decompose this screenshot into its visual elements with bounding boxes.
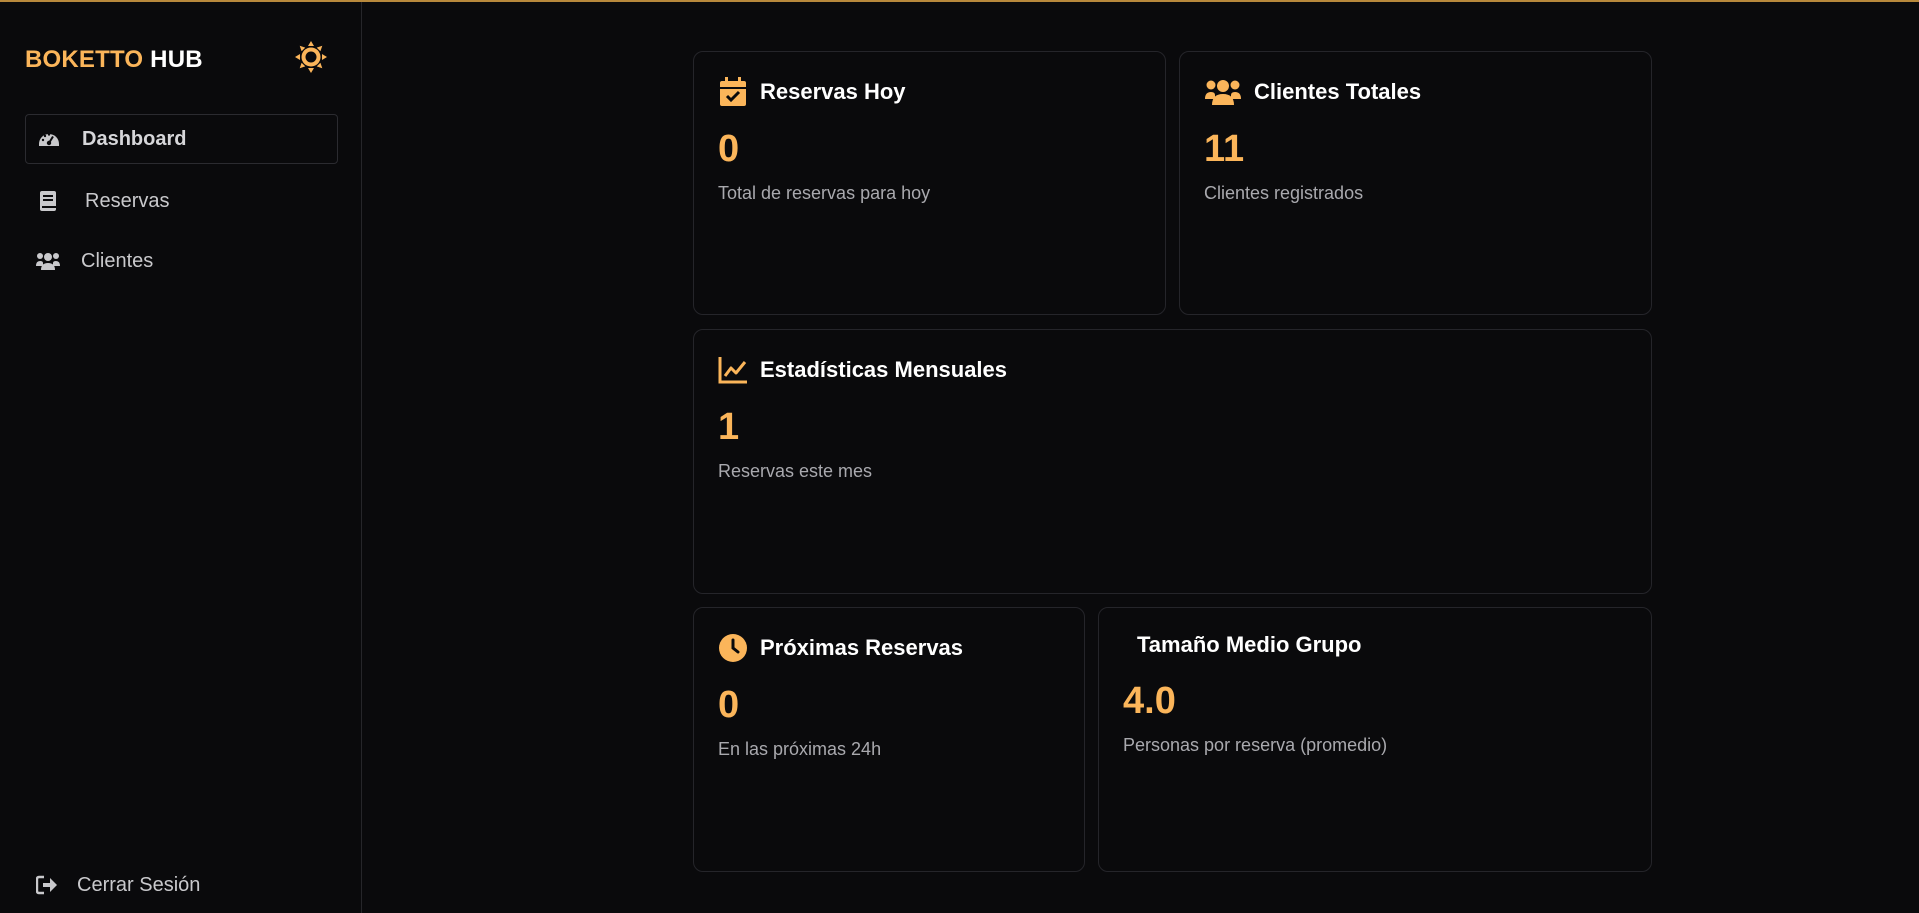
brand-accent: BOKETTO [25, 46, 144, 73]
card-value: 0 [718, 684, 740, 726]
users-icon [35, 248, 61, 274]
book-icon [35, 188, 61, 214]
card-subtitle: Reservas este mes [718, 461, 873, 481]
card-clientes-totales: Clientes Totales 11 Clientes registrados [1179, 51, 1652, 315]
card-estadisticas-mensuales: Estadísticas Mensuales 1 Reservas este m… [693, 329, 1652, 594]
sidebar-item-reservas[interactable]: Reservas [25, 176, 338, 226]
clock-icon [718, 633, 748, 663]
sidebar-item-label: Reservas [85, 189, 170, 212]
card-title: Estadísticas Mensuales [760, 357, 1008, 382]
card-title: Tamaño Medio Grupo [1137, 632, 1362, 657]
card-subtitle: Clientes registrados [1204, 183, 1364, 203]
card-title: Próximas Reservas [760, 635, 964, 660]
card-tamano-medio-grupo: Tamaño Medio Grupo 4.0 Personas por rese… [1098, 607, 1652, 872]
chart-line-icon [718, 355, 748, 385]
card-subtitle: Personas por reserva (promedio) [1123, 735, 1388, 755]
sun-icon [295, 41, 327, 73]
logout-label: Cerrar Sesión [77, 873, 201, 896]
sign-out-icon [35, 873, 59, 897]
card-subtitle: Total de reservas para hoy [718, 183, 931, 203]
card-value: 1 [718, 406, 740, 448]
sidebar-item-label: Clientes [81, 249, 154, 272]
users-icon [1204, 77, 1242, 107]
sidebar: BOKETTO HUB Dashboard Reservas Clientes … [0, 2, 362, 913]
card-value: 11 [1204, 128, 1245, 170]
card-title: Reservas Hoy [760, 79, 906, 104]
brand-rest: HUB [150, 46, 203, 73]
sidebar-item-label: Dashboard [82, 127, 187, 150]
card-reservas-hoy: Reservas Hoy 0 Total de reservas para ho… [693, 51, 1166, 315]
card-subtitle: En las próximas 24h [718, 739, 882, 759]
theme-toggle-button[interactable] [294, 40, 328, 74]
sidebar-item-clientes[interactable]: Clientes [25, 236, 338, 286]
card-title: Clientes Totales [1254, 79, 1422, 104]
calendar-check-icon [718, 77, 748, 107]
card-value: 0 [718, 128, 740, 170]
card-proximas-reservas: Próximas Reservas 0 En las próximas 24h [693, 607, 1085, 872]
brand-logo[interactable]: BOKETTO HUB [25, 46, 203, 74]
sidebar-item-dashboard[interactable]: Dashboard [25, 114, 338, 164]
logout-button[interactable]: Cerrar Sesión [25, 867, 200, 903]
card-value: 4.0 [1123, 680, 1176, 722]
gauge-icon [36, 126, 62, 152]
